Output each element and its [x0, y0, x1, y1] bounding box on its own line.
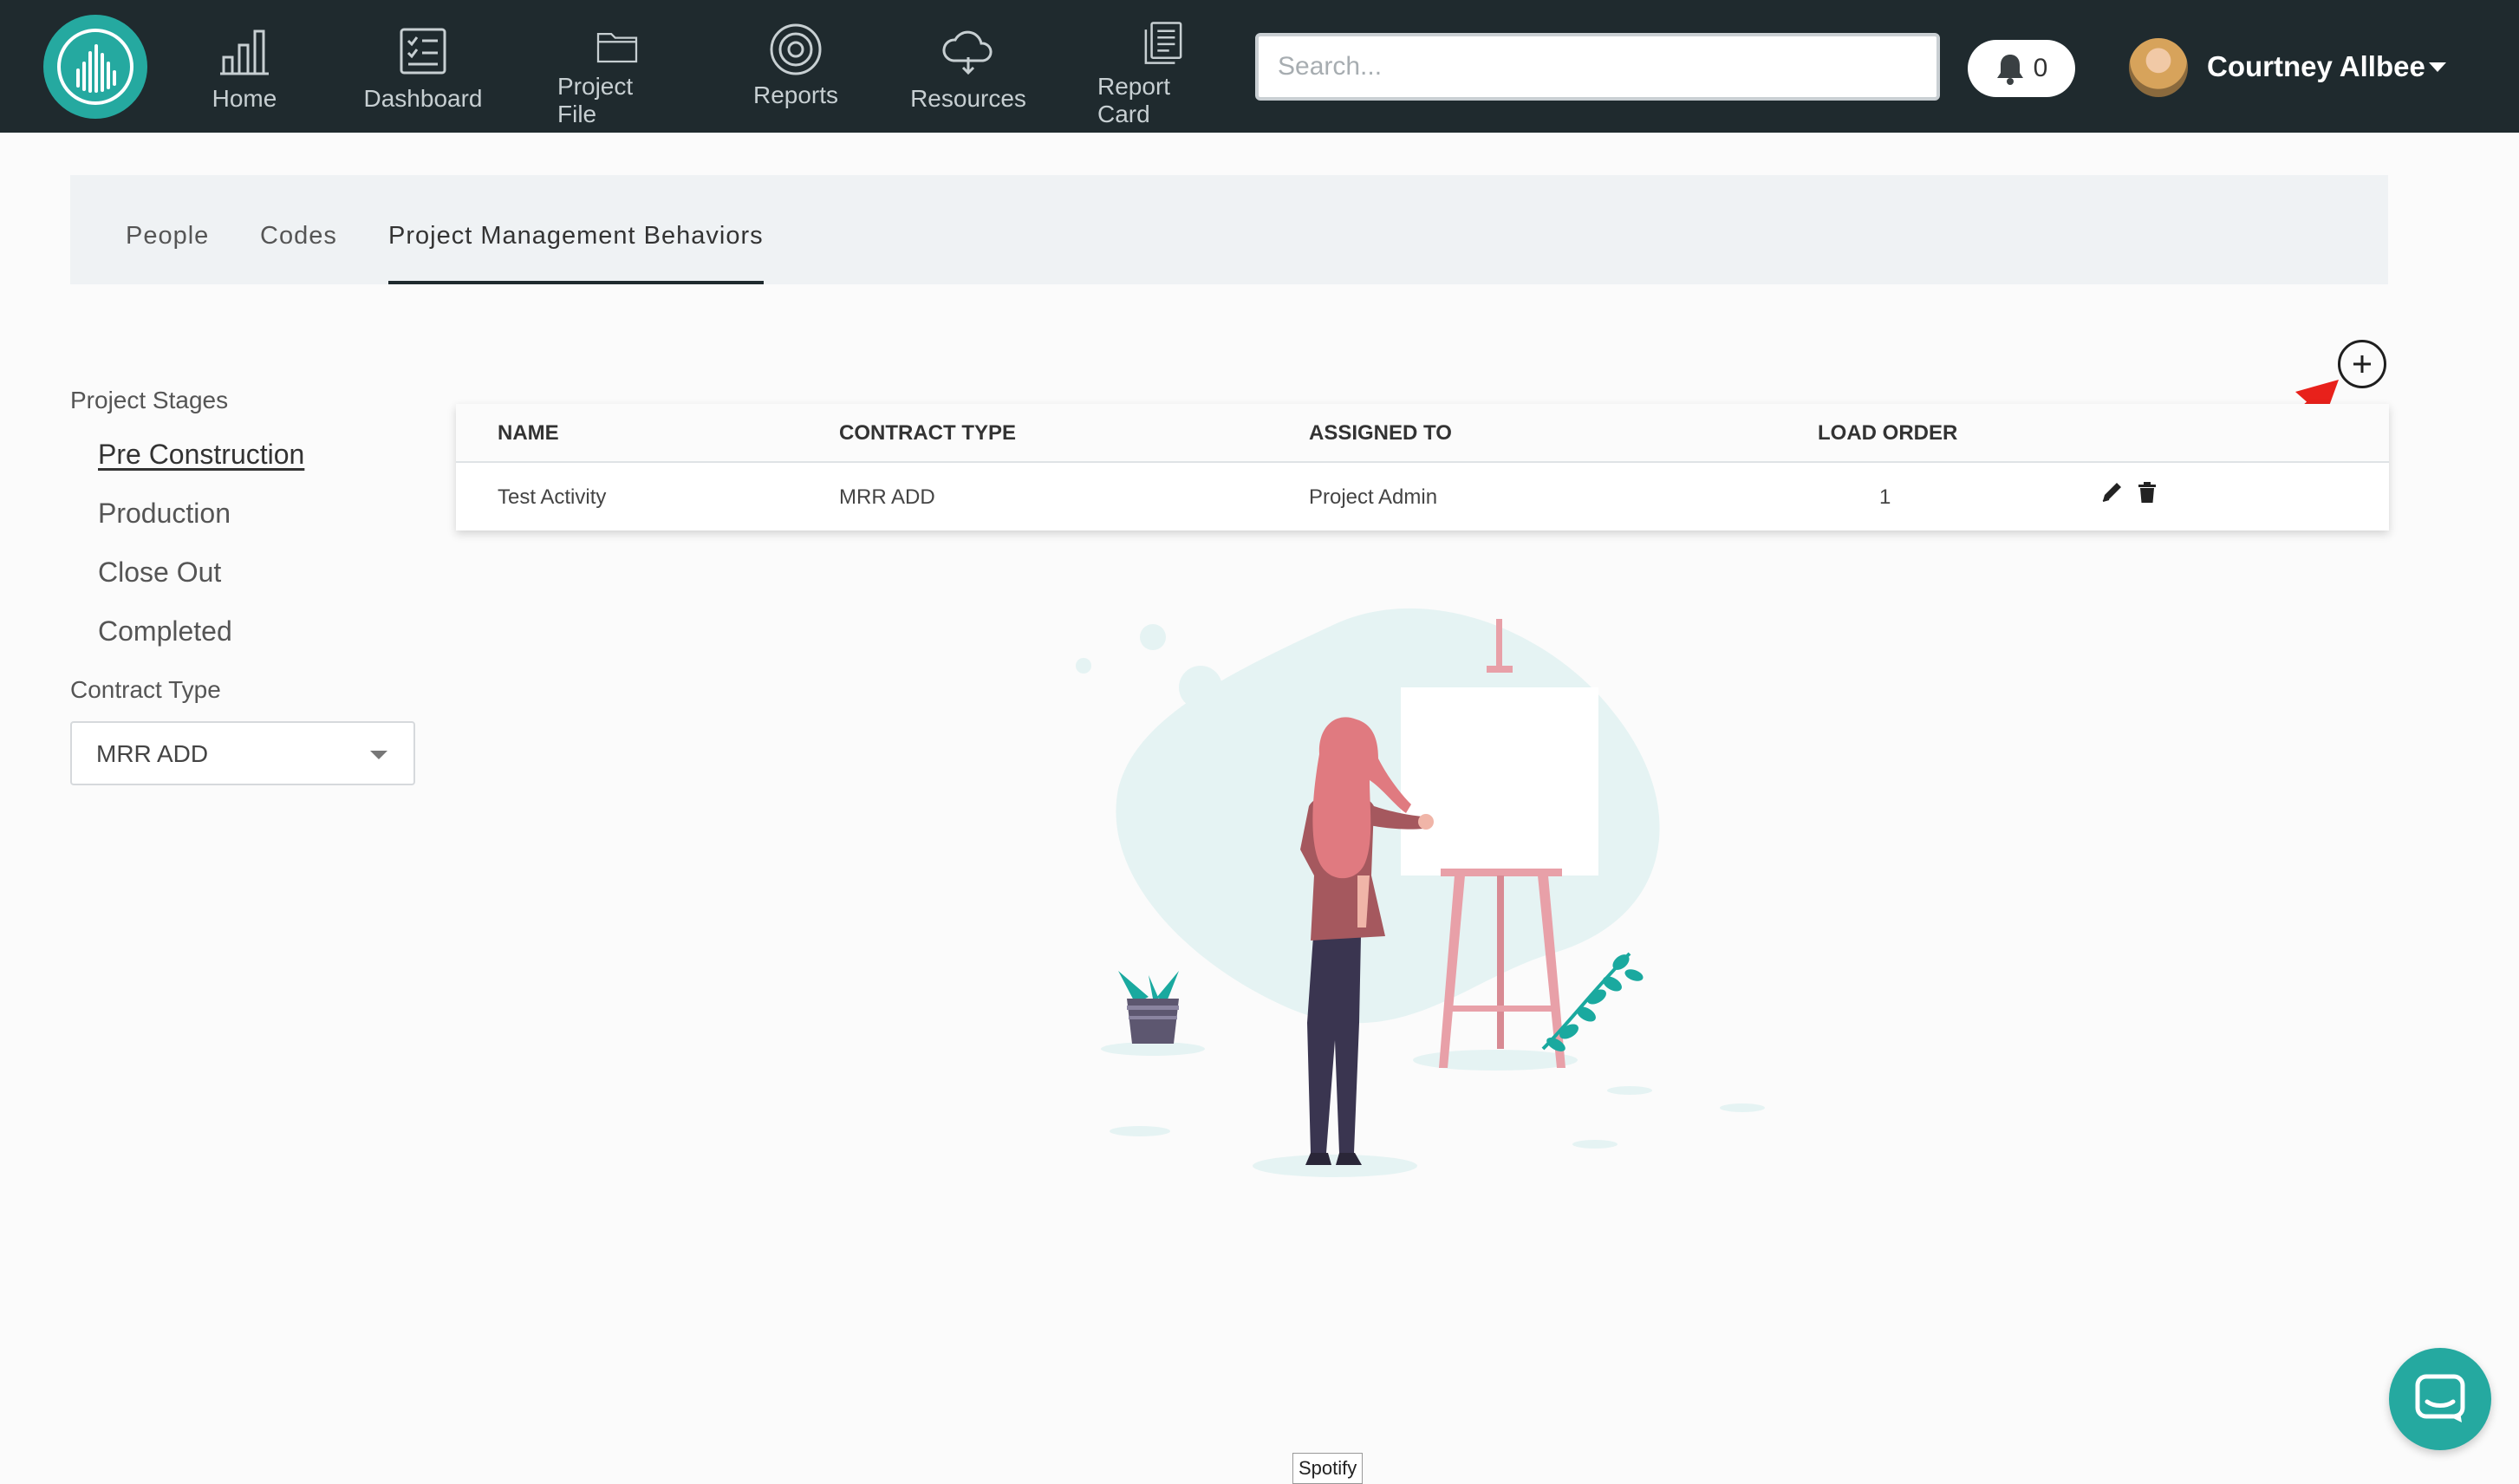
- caret-down-icon: [370, 751, 387, 759]
- nav-home[interactable]: Home: [210, 26, 279, 128]
- bar-chart-icon: [220, 29, 269, 75]
- stage-close-out[interactable]: Close Out: [98, 556, 221, 589]
- nav-dashboard-label: Dashboard: [363, 85, 483, 112]
- column-header-contract-type: CONTRACT TYPE: [839, 421, 1016, 445]
- document-icon: [1144, 22, 1182, 64]
- app-logo[interactable]: [43, 15, 147, 119]
- bell-icon: [1996, 55, 2023, 85]
- contract-type-heading: Contract Type: [70, 676, 221, 703]
- nav-resources-label: Resources: [910, 85, 1026, 112]
- tab-people[interactable]: People: [126, 175, 209, 284]
- nav-report-card[interactable]: Report Card: [1097, 22, 1229, 128]
- column-header-assigned-to: ASSIGNED TO: [1309, 421, 1452, 445]
- table-header: NAME CONTRACT TYPE ASSIGNED TO LOAD ORDE…: [456, 404, 2389, 463]
- notifications-button[interactable]: 0: [1968, 40, 2075, 97]
- contract-type-select[interactable]: MRR ADD: [70, 721, 415, 785]
- contract-type-value: MRR ADD: [96, 740, 209, 767]
- pencil-icon[interactable]: [2099, 480, 2124, 506]
- row-load-order: 1: [1879, 485, 1891, 509]
- column-header-load-order: LOAD ORDER: [1818, 421, 1958, 445]
- chat-button[interactable]: [2389, 1348, 2491, 1450]
- chat-icon: [2415, 1374, 2465, 1422]
- folder-icon: [596, 32, 638, 63]
- row-contract-type: MRR ADD: [839, 485, 935, 509]
- tooltip: Spotify: [1292, 1453, 1364, 1484]
- target-icon: [770, 23, 822, 75]
- behaviors-table: NAME CONTRACT TYPE ASSIGNED TO LOAD ORDE…: [456, 404, 2389, 530]
- checklist-icon: [400, 28, 446, 75]
- trash-icon[interactable]: [2137, 480, 2158, 506]
- chevron-down-icon[interactable]: [2429, 62, 2446, 72]
- nav-reports[interactable]: Reports: [752, 23, 839, 128]
- top-navbar: Home Dashboard Project File Reports Reso…: [0, 0, 2519, 133]
- stage-production[interactable]: Production: [98, 498, 231, 530]
- nav-home-label: Home: [212, 85, 277, 112]
- tab-bar: People Codes Project Management Behavior…: [70, 175, 2388, 284]
- nav-project-file-label: Project File: [557, 73, 634, 127]
- search-input[interactable]: [1255, 33, 1940, 101]
- notifications-count: 0: [2033, 54, 2048, 82]
- tab-project-management-behaviors[interactable]: Project Management Behaviors: [388, 175, 764, 284]
- nav-dashboard[interactable]: Dashboard: [362, 26, 484, 128]
- nav-project-file[interactable]: Project File: [557, 26, 677, 128]
- nav-resources[interactable]: Resources: [910, 26, 1026, 128]
- plus-icon: [2353, 355, 2371, 373]
- empty-state-illustration: [1076, 608, 1765, 1177]
- project-stages-heading: Project Stages: [70, 387, 229, 413]
- avatar[interactable]: [2129, 38, 2188, 97]
- user-name[interactable]: Courtney Allbee: [2207, 50, 2425, 83]
- nav-reports-label: Reports: [752, 81, 839, 108]
- row-assigned-to: Project Admin: [1309, 485, 1438, 509]
- cloud-icon: [942, 30, 993, 75]
- stage-completed[interactable]: Completed: [98, 615, 232, 648]
- tab-codes[interactable]: Codes: [260, 175, 337, 284]
- column-header-name: NAME: [498, 421, 559, 445]
- stage-pre-construction[interactable]: Pre Construction: [98, 439, 304, 471]
- nav-report-card-label: Report Card: [1097, 73, 1171, 127]
- logo-bars-icon: [57, 29, 133, 105]
- row-name: Test Activity: [498, 485, 607, 509]
